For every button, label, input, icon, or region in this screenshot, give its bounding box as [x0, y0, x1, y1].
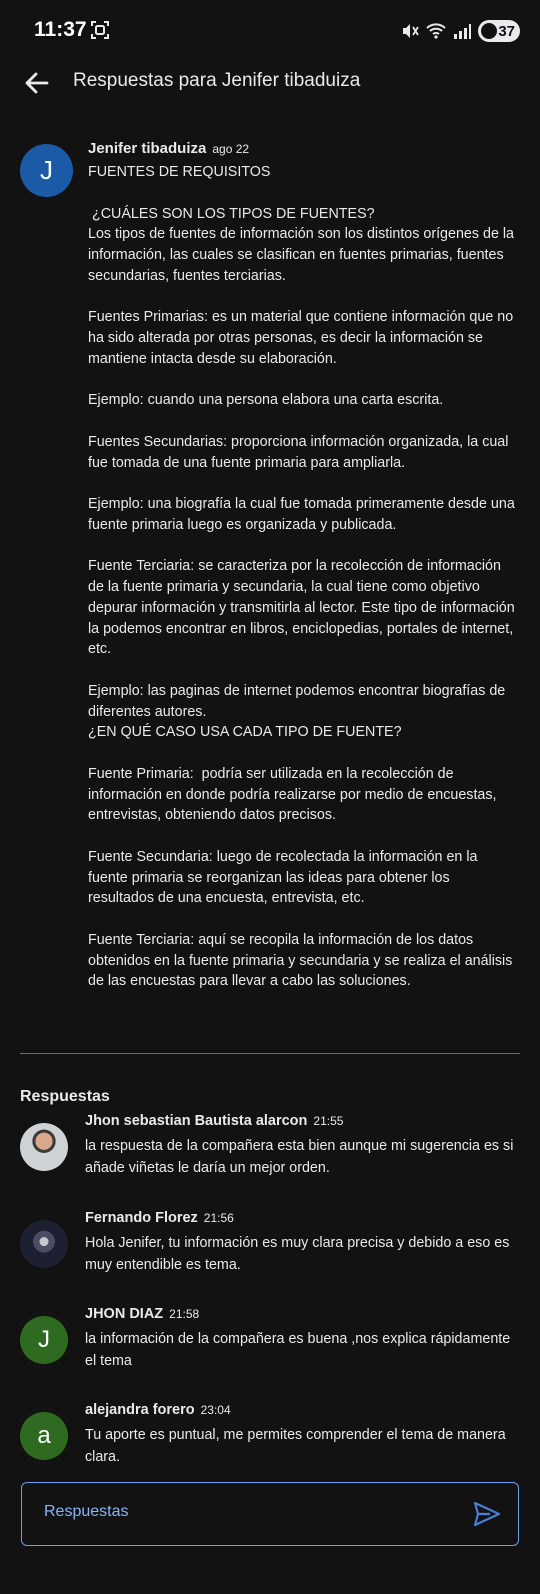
- reply-meta: Fernando Florez 21:56: [85, 1210, 234, 1226]
- arrow-back-icon[interactable]: [20, 66, 54, 100]
- replies-heading: Respuestas: [20, 1088, 110, 1105]
- post-body: FUENTES DE REQUISITOS ¿CUÁLES SON LOS TI…: [88, 164, 515, 990]
- avatar: J: [20, 144, 73, 197]
- battery-saver-icon: [481, 23, 497, 39]
- reply-author: alejandra forero: [85, 1402, 195, 1418]
- reply-author: Jhon sebastian Bautista alarcon: [85, 1113, 308, 1129]
- post-time: ago 22: [212, 142, 250, 156]
- screen: 11:37 37 Respuestas para Jenifer tibadui…: [0, 0, 540, 1594]
- status-time: 11:37: [34, 18, 87, 41]
- battery-level: 37: [498, 22, 515, 40]
- reply-text: Tu aporte es puntual, me permites compre…: [85, 1427, 506, 1465]
- status-bar: 11:37 37: [0, 0, 540, 62]
- reply-input[interactable]: [42, 1502, 426, 1522]
- reply-meta: alejandra forero 23:04: [85, 1402, 231, 1418]
- status-icons: 37: [400, 18, 520, 44]
- avatar: a: [20, 1412, 68, 1460]
- avatar: [20, 1220, 68, 1268]
- battery-icon: 37: [478, 20, 520, 42]
- app-header: Respuestas para Jenifer tibaduiza: [0, 62, 540, 118]
- avatar: [20, 1123, 68, 1171]
- avatar-letter: J: [38, 1326, 50, 1353]
- reply-time: 23:04: [200, 1403, 231, 1417]
- post-meta: Jenifer tibaduiza ago 22: [88, 140, 249, 157]
- reply-text: la información de la compañera es buena …: [85, 1331, 511, 1369]
- reply-text: la respuesta de la compañera esta bien a…: [85, 1138, 514, 1176]
- reply-item: Jhon sebastian Bautista alarcon 21:55 la…: [0, 1113, 540, 1193]
- screenshot-icon: [91, 21, 109, 39]
- divider: [20, 1053, 520, 1054]
- reply-composer[interactable]: [21, 1482, 519, 1546]
- reply-item: J JHON DIAZ 21:58 la información de la c…: [0, 1306, 540, 1386]
- avatar-letter: a: [37, 1422, 51, 1449]
- send-icon[interactable]: [472, 1499, 502, 1529]
- reply-time: 21:55: [313, 1114, 344, 1128]
- signal-icon: [454, 24, 471, 39]
- reply-time: 21:56: [203, 1211, 234, 1225]
- reply-text: Hola Jenifer, tu información es muy clar…: [85, 1235, 510, 1273]
- avatar: J: [20, 1316, 68, 1364]
- reply-meta: JHON DIAZ 21:58: [85, 1306, 199, 1322]
- reply-item: Fernando Florez 21:56 Hola Jenifer, tu i…: [0, 1210, 540, 1290]
- reply-item: a alejandra forero 23:04 Tu aporte es pu…: [0, 1402, 540, 1482]
- post-author: Jenifer tibaduiza: [88, 140, 207, 157]
- mute-icon: [403, 24, 419, 38]
- page-title: Respuestas para Jenifer tibaduiza: [73, 70, 361, 91]
- wifi-icon: [426, 23, 446, 39]
- avatar-letter: J: [40, 155, 53, 185]
- reply-time: 21:58: [169, 1307, 200, 1321]
- reply-author: JHON DIAZ: [85, 1306, 164, 1322]
- reply-meta: Jhon sebastian Bautista alarcon 21:55: [85, 1113, 343, 1129]
- reply-author: Fernando Florez: [85, 1210, 198, 1226]
